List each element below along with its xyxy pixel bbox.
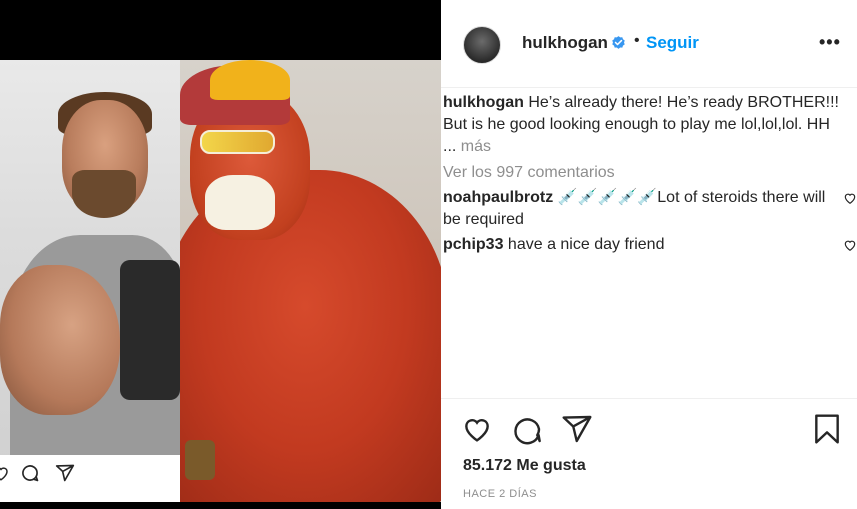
- post-photo[interactable]: [0, 60, 441, 502]
- comments-list: hulkhogan He’s already there! He’s ready…: [443, 92, 857, 256]
- photo-right-panel: [180, 60, 441, 502]
- post-media[interactable]: [0, 0, 441, 509]
- photo-glasses-shape: [200, 130, 275, 154]
- caption-more-link[interactable]: más: [461, 138, 491, 155]
- post-header: hulkhogan • Seguir •••: [441, 0, 857, 88]
- photo-equipment-shape: [120, 260, 180, 400]
- photo-watch-shape: [185, 440, 215, 480]
- author-username[interactable]: hulkhogan: [522, 33, 608, 53]
- share-icon: [55, 464, 75, 482]
- comment-username[interactable]: noahpaulbrotz: [443, 189, 553, 206]
- photo-moustache-shape: [205, 175, 275, 230]
- post-timestamp[interactable]: HACE 2 DÍAS: [463, 488, 537, 500]
- post-actions: 85.172 Me gusta HACE 2 DÍAS: [441, 398, 857, 509]
- post-caption: hulkhogan He’s already there! He’s ready…: [443, 92, 855, 158]
- caption-username[interactable]: hulkhogan: [443, 94, 524, 111]
- more-options-button[interactable]: •••: [819, 32, 841, 53]
- comment-icon: [22, 465, 39, 482]
- comment-text: have a nice day friend: [507, 236, 665, 253]
- photo-left-panel: [0, 60, 180, 502]
- separator-dot: •: [634, 32, 640, 49]
- view-all-comments-link[interactable]: Ver los 997 comentarios: [443, 162, 855, 184]
- comment-username[interactable]: pchip33: [443, 236, 503, 253]
- comment-like-heart-icon[interactable]: [843, 238, 857, 252]
- comment-like-heart-icon[interactable]: [843, 191, 857, 205]
- list-item: pchip33 have a nice day friend: [443, 234, 857, 256]
- heart-icon[interactable]: [461, 413, 493, 445]
- avatar[interactable]: [463, 26, 501, 64]
- share-icon[interactable]: [561, 413, 593, 445]
- comment-icon[interactable]: [511, 413, 543, 445]
- follow-button[interactable]: Seguir: [646, 33, 699, 53]
- photo-beard-shape: [72, 170, 136, 218]
- likes-count[interactable]: 85.172 Me gusta: [463, 457, 586, 475]
- bookmark-icon[interactable]: [811, 413, 843, 445]
- photo-cap-shape: [210, 60, 290, 100]
- verified-badge-icon: [612, 36, 625, 49]
- embedded-screenshot-actions: [0, 455, 180, 502]
- post-side-panel: hulkhogan • Seguir ••• hulkhogan He’s al…: [441, 0, 857, 509]
- list-item: noahpaulbrotz 💉💉💉💉💉Lot of steroids there…: [443, 187, 857, 231]
- photo-arm-shape: [0, 265, 120, 415]
- heart-icon: [0, 467, 8, 481]
